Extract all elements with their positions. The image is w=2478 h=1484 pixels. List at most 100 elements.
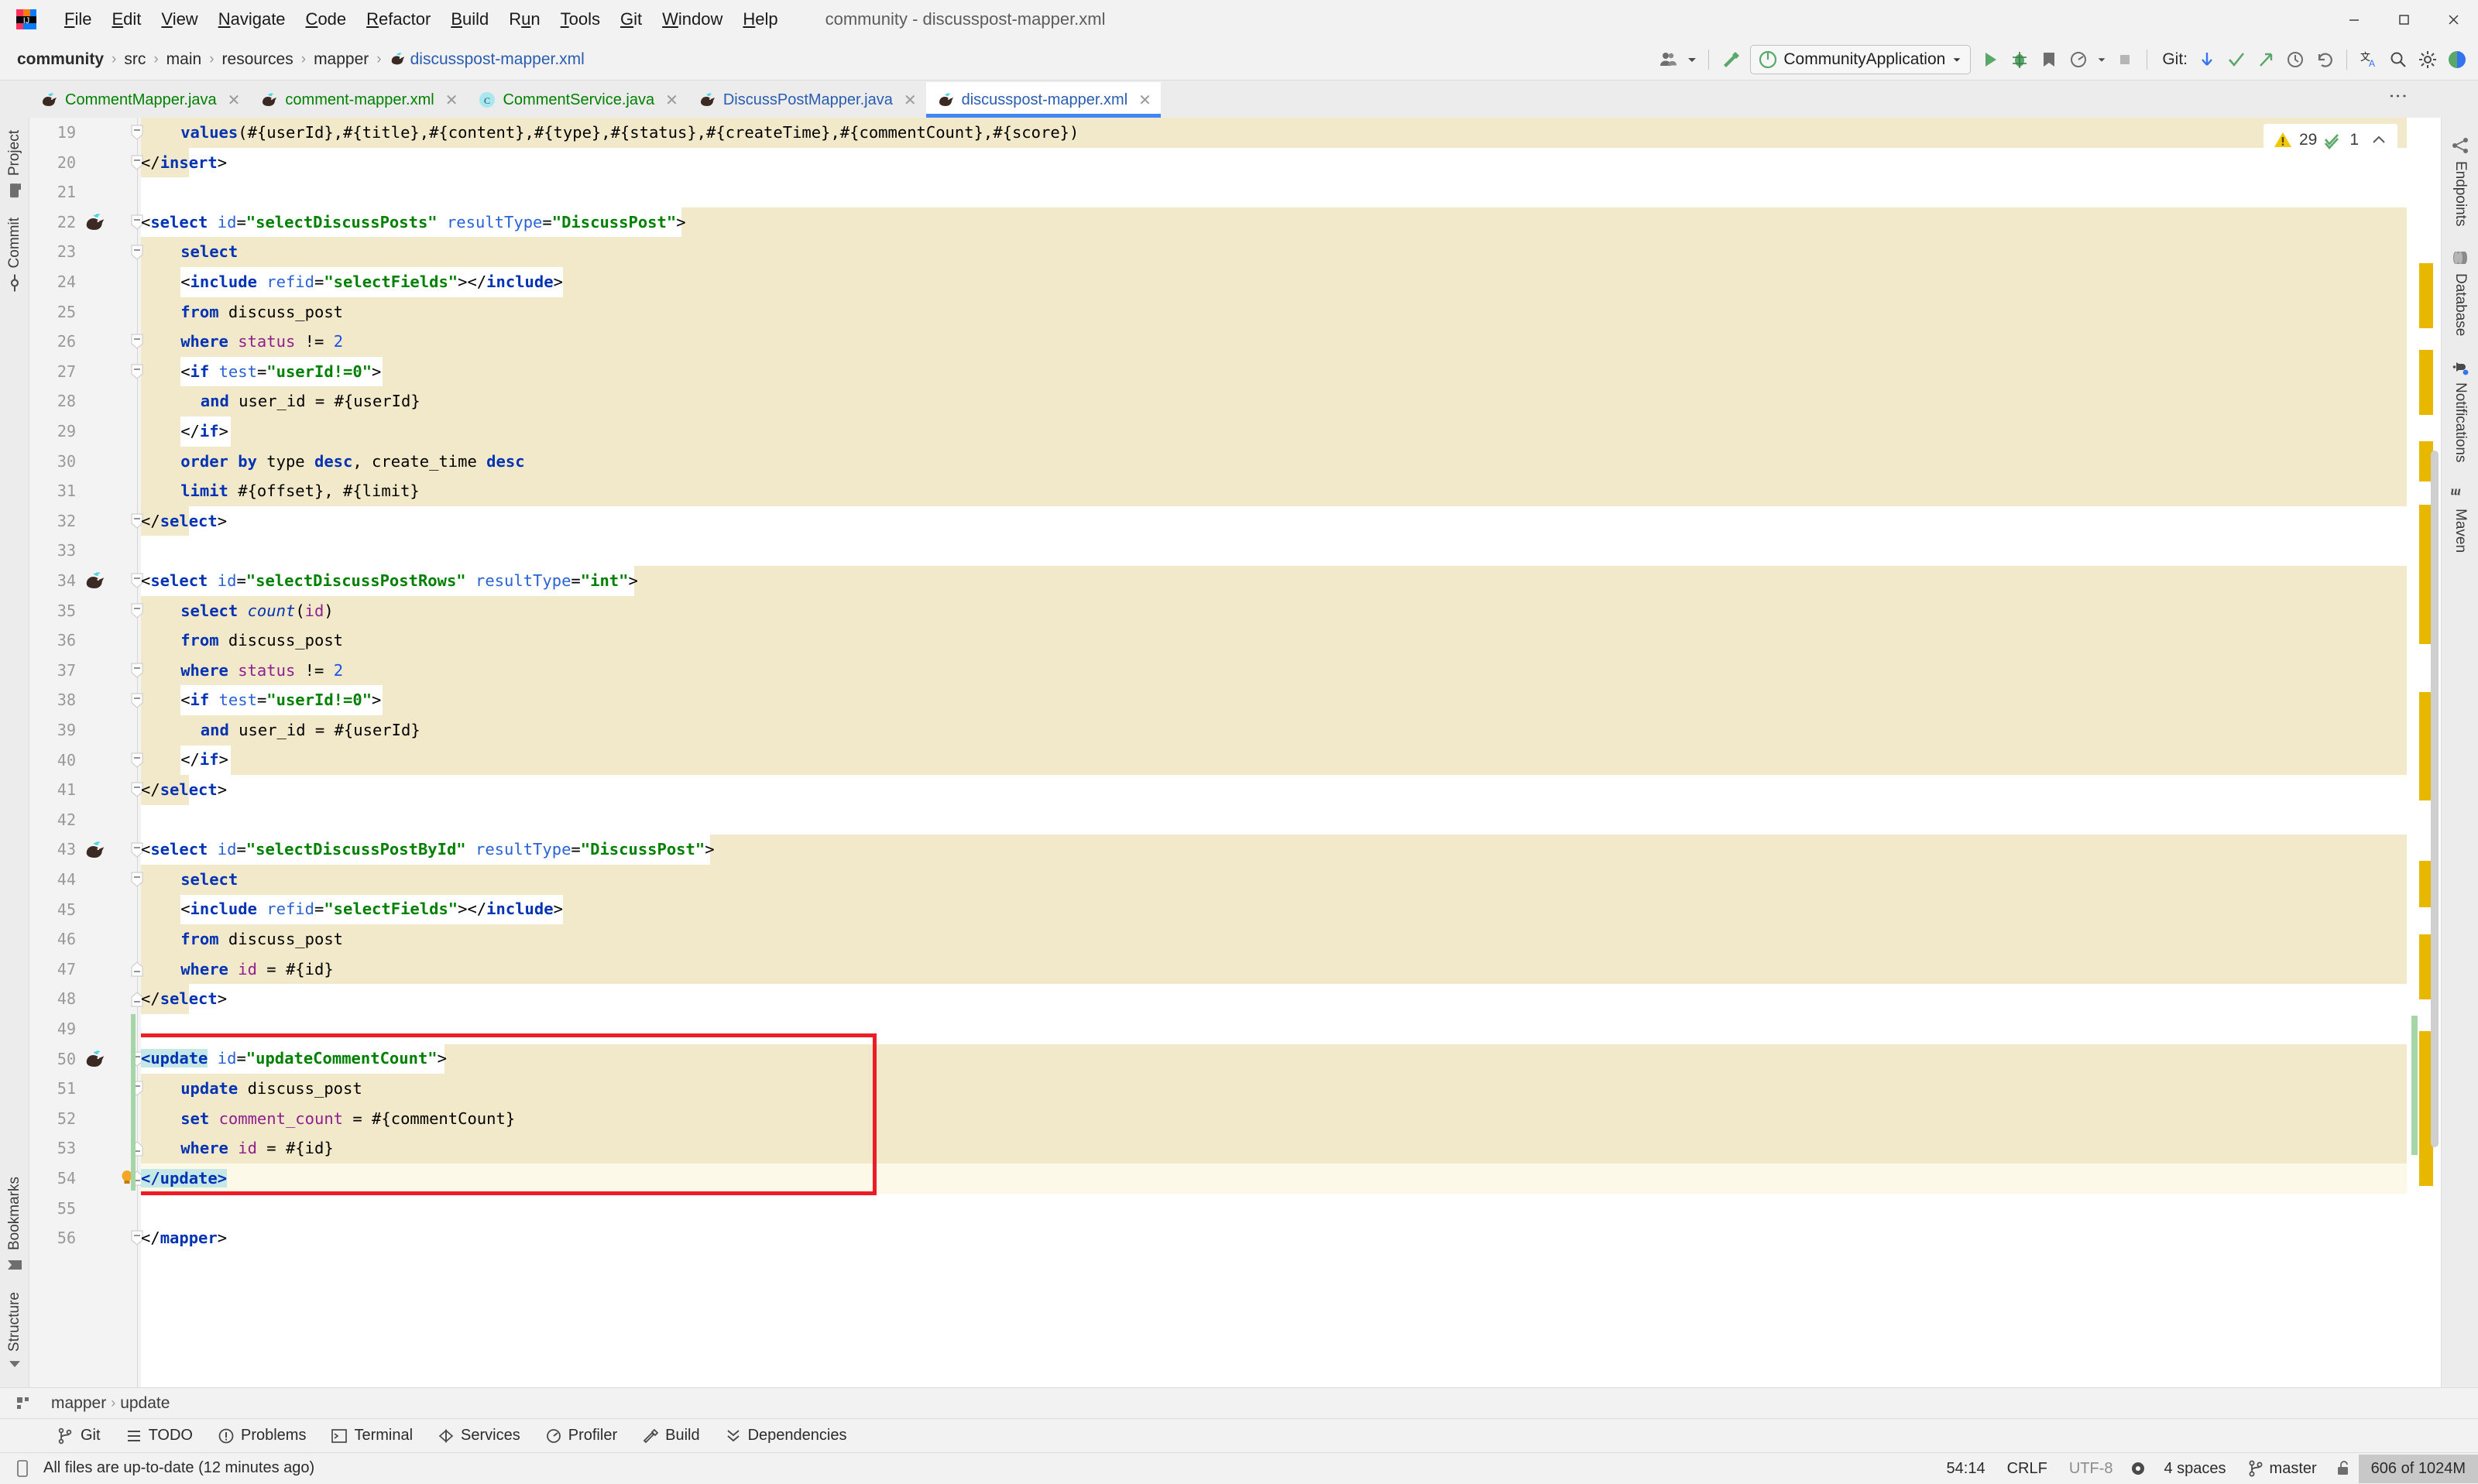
line-separator[interactable]: CRLF [1996,1457,2058,1481]
code-line[interactable]: and user_id = #{userId} [141,715,2407,745]
tab-close-x-icon[interactable]: ✕ [665,91,678,110]
tab-commentmapper-java[interactable]: CommentMapper.java✕ [29,82,249,118]
menu-navigate[interactable]: Navigate [208,6,296,33]
code-line[interactable]: </update> [141,1164,2407,1194]
minimize-button[interactable] [2329,0,2379,39]
debug-bug-icon[interactable] [2005,45,2034,74]
tab-commentservice-java[interactable]: CCommentService.java✕ [467,82,687,118]
tab-close-x-icon[interactable]: ✕ [904,91,917,110]
code-line[interactable]: </select> [141,506,2407,536]
gutter-mybatis-statement-icon[interactable] [84,835,110,865]
structure-breadcrumb-update[interactable]: update [115,1394,174,1413]
code-line[interactable]: </select> [141,984,2407,1014]
code-line[interactable]: <if test="userId!=0"> [141,357,2407,387]
vertical-scrollbar-thumb[interactable] [2431,451,2439,1147]
toolwindow-button-dependencies[interactable]: Dependencies [712,1424,860,1448]
menu-code[interactable]: Code [296,6,357,33]
user-profile-icon[interactable] [1653,45,1683,74]
chevron-down-icon[interactable] [1683,45,1701,74]
code-line[interactable]: where status != 2 [141,656,2407,686]
code-editor[interactable]: 1920212223242526272829303132333435363738… [29,118,2441,1387]
tab-discusspostmapper-java[interactable]: DiscussPostMapper.java✕ [688,82,926,118]
profiler-icon[interactable] [2064,45,2093,74]
ai-assistant-icon[interactable] [2442,45,2472,74]
code-line[interactable]: <select id="selectDiscussPostRows" resul… [141,566,2407,596]
tabs-more-vertical-dots-icon[interactable]: ⋮ [2388,87,2407,105]
vcs-changed-lines-marker[interactable] [131,1014,136,1191]
menu-run[interactable]: Run [499,6,550,33]
code-line[interactable] [141,1014,2407,1044]
git-push-arrow-icon[interactable] [2251,45,2281,74]
code-line[interactable]: from discuss_post [141,924,2407,954]
toolwindow-notifications[interactable]: Notifications [2442,347,2478,474]
breadcrumb-item-community[interactable]: community [11,48,110,71]
maximize-button[interactable] [2379,0,2428,39]
code-line[interactable]: select [141,865,2407,895]
git-rollback-undo-icon[interactable] [2310,45,2339,74]
structure-breadcrumb-mapper[interactable]: mapper [46,1394,111,1413]
toolwindow-button-build[interactable]: Build [630,1424,712,1448]
code-line[interactable]: where status != 2 [141,327,2407,357]
code-line[interactable]: <if test="userId!=0"> [141,685,2407,715]
toolwindow-maven[interactable]: mMaven [2442,473,2478,564]
toolwindow-button-services[interactable]: Services [425,1424,533,1448]
code-line[interactable]: limit #{offset}, #{limit} [141,476,2407,506]
code-line[interactable]: where id = #{id} [141,1133,2407,1164]
code-line[interactable]: </select> [141,775,2407,805]
code-line[interactable]: from discuss_post [141,625,2407,656]
run-with-coverage-icon[interactable] [2034,45,2064,74]
git-commit-check-icon[interactable] [2222,45,2251,74]
gutter-mybatis-statement-icon[interactable] [84,207,110,238]
file-encoding[interactable]: UTF-8 [2058,1457,2124,1481]
code-line[interactable]: <select id="selectDiscussPosts" resultTy… [141,207,2407,238]
code-line[interactable]: order by type desc, create_time desc [141,447,2407,477]
toolwindow-structure[interactable]: Structure [0,1283,29,1384]
tab-close-x-icon[interactable]: ✕ [1138,91,1151,110]
menu-window[interactable]: Window [652,6,733,33]
tab-close-x-icon[interactable]: ✕ [228,91,241,110]
translate-icon[interactable]: 文 A [2354,45,2384,74]
toolwindow-bookmarks[interactable]: Bookmarks [0,1167,29,1283]
toolwindow-endpoints[interactable]: Endpoints [2442,125,2478,238]
tab-close-x-icon[interactable]: ✕ [445,91,458,110]
toolwindow-commit[interactable]: Commit [0,208,29,300]
unlocked-padlock-icon[interactable] [2328,1457,2359,1480]
menu-build[interactable]: Build [441,6,499,33]
code-line[interactable] [141,177,2407,207]
menu-view[interactable]: View [151,6,208,33]
code-line[interactable]: </mapper> [141,1223,2407,1253]
code-line[interactable]: <include refid="selectFields"></include> [141,267,2407,297]
code-line[interactable] [141,1193,2407,1223]
memory-indicator[interactable]: 606 of 1024M [2359,1455,2478,1483]
menu-refactor[interactable]: Refactor [356,6,441,33]
code-line[interactable]: </if> [141,745,2407,775]
menu-edit[interactable]: Edit [101,6,151,33]
code-line[interactable]: where id = #{id} [141,954,2407,985]
breadcrumb-item-mapper[interactable]: mapper [307,48,375,71]
code-line[interactable]: and user_id = #{userId} [141,386,2407,416]
menu-file[interactable]: File [54,6,101,33]
chevron-down-icon[interactable] [2093,45,2110,74]
settings-gear-icon[interactable] [2413,45,2442,74]
code-line[interactable]: </insert> [141,148,2407,178]
code-line[interactable] [141,805,2407,835]
gutter-mybatis-statement-icon[interactable] [84,1044,110,1074]
toolwindow-button-profiler[interactable]: Profiler [533,1424,630,1448]
warning-stripe-mark[interactable] [2419,350,2433,415]
git-update-project-icon[interactable] [2192,45,2222,74]
code-line[interactable]: select count(id) [141,596,2407,626]
breadcrumb-item-src[interactable]: src [118,48,152,71]
code-line[interactable]: values(#{userId},#{title},#{content},#{t… [141,118,2407,148]
menu-tools[interactable]: Tools [551,6,610,33]
toolwindow-button-git[interactable]: Git [45,1424,113,1448]
code-line[interactable]: set comment_count = #{commentCount} [141,1104,2407,1134]
menu-git[interactable]: Git [610,6,652,33]
gutter-mybatis-statement-icon[interactable] [84,566,110,596]
warning-stripe-mark[interactable] [2419,263,2433,328]
run-configuration-selector[interactable]: CommunityApplication [1750,45,1971,74]
run-play-icon[interactable] [1975,45,2005,74]
toolwindow-database[interactable]: Database [2442,238,2478,347]
code-line[interactable]: </if> [141,416,2407,447]
toolwindow-button-problems[interactable]: Problems [205,1424,318,1448]
menu-help[interactable]: Help [733,6,788,33]
